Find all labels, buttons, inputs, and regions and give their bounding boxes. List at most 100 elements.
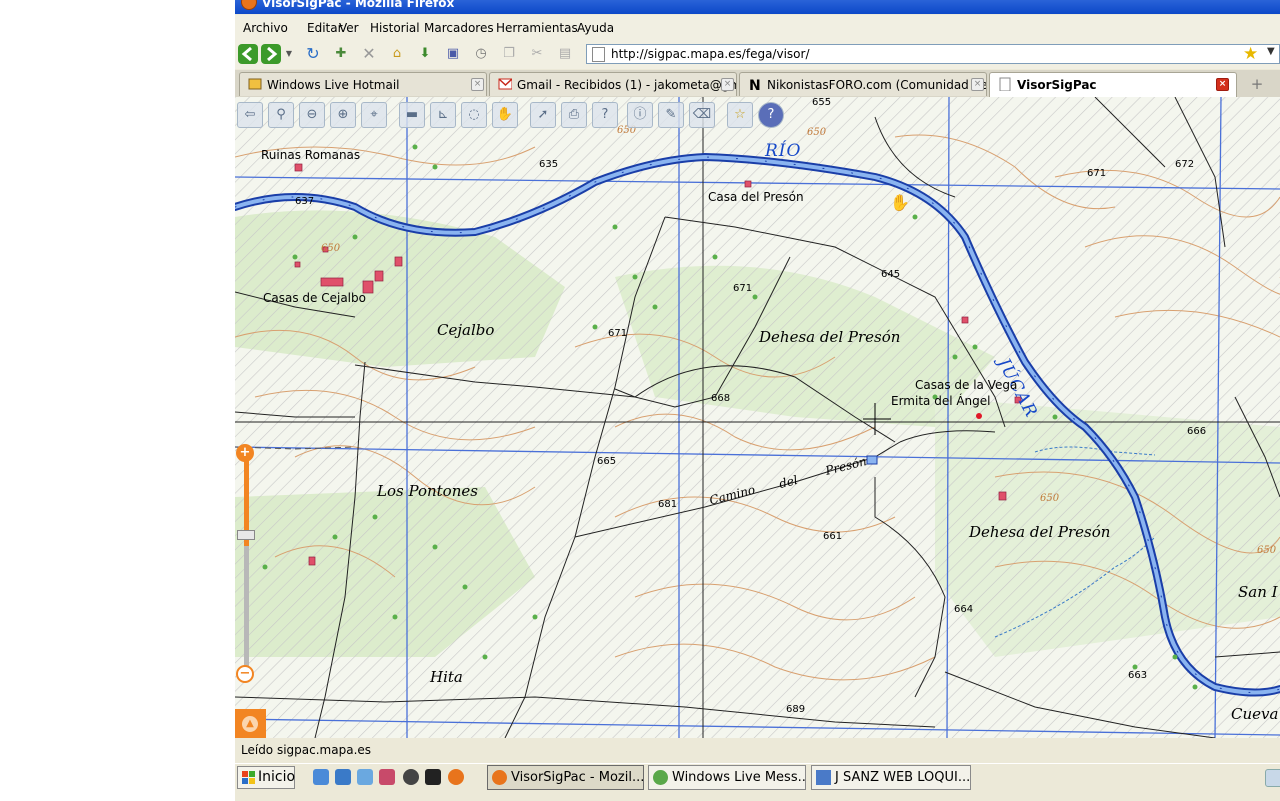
help-icon: ? bbox=[767, 107, 775, 122]
window-titlebar[interactable]: VisorSigPac - Mozilla Firefox bbox=[235, 0, 1280, 14]
forward-button[interactable] bbox=[261, 44, 281, 64]
elevation-666: 666 bbox=[1187, 426, 1207, 437]
info-tool-button[interactable]: ⓘ bbox=[627, 102, 653, 128]
print-tool-button[interactable]: ⎙ bbox=[561, 102, 587, 128]
explorer-quicklaunch-icon[interactable] bbox=[357, 769, 373, 785]
zoom-slider[interactable]: + − bbox=[235, 442, 257, 692]
place-dehesa-del-preson-2: Dehesa del Presón bbox=[969, 523, 1111, 541]
url-input[interactable] bbox=[611, 46, 1211, 62]
home-button[interactable]: ⌂ bbox=[389, 46, 405, 62]
media-quicklaunch-icon[interactable] bbox=[403, 769, 419, 785]
select-tool-button[interactable]: ➚ bbox=[530, 102, 556, 128]
menu-marcadores[interactable]: Marcadores bbox=[424, 21, 494, 35]
locate-tool-button[interactable]: ⌖ bbox=[361, 102, 387, 128]
menu-herramientas[interactable]: Herramientas bbox=[496, 21, 578, 35]
taskbar-button-jsanz[interactable]: J SANZ WEB LOQUI... bbox=[811, 765, 971, 790]
clear-tool-button[interactable]: ⌫ bbox=[689, 102, 715, 128]
place-cejalbo: Cejalbo bbox=[437, 321, 495, 339]
menu-ver[interactable]: Ver bbox=[339, 21, 359, 35]
dropdown-icon[interactable]: ▼ bbox=[1267, 46, 1275, 57]
close-icon[interactable]: × bbox=[471, 78, 484, 91]
pan-back-button[interactable]: ⇦ bbox=[237, 102, 263, 128]
ie-quicklaunch-icon[interactable] bbox=[313, 769, 329, 785]
taskbar-button-visorsigpac[interactable]: VisorSigPac - Mozil... bbox=[487, 765, 644, 790]
map-toolbar: ⇦ ⚲ ⊖ ⊕ ⌖ ▬ ⊾ ◌ ✋ ➚ ⎙ ? ⓘ ✎ ⌫ ☆ ? bbox=[235, 97, 795, 129]
magnifier-minus-icon: ⊖ bbox=[306, 107, 318, 122]
lasso-tool-button[interactable]: ◌ bbox=[461, 102, 487, 128]
bookmarks-button[interactable]: ▣ bbox=[445, 46, 461, 62]
tab-gmail[interactable]: Gmail - Recibidos (1) - jakometa@gmail..… bbox=[489, 72, 737, 96]
zoom-thumb[interactable] bbox=[237, 530, 255, 540]
copy-button[interactable]: ❐ bbox=[501, 46, 517, 62]
elevation-664: 664 bbox=[954, 604, 974, 615]
printer-icon: ⎙ bbox=[568, 107, 580, 122]
lasso-icon: ◌ bbox=[468, 107, 480, 122]
pan-tool-button[interactable]: ✋ bbox=[492, 102, 518, 128]
reload-button[interactable]: ↻ bbox=[305, 46, 321, 62]
app-quicklaunch-icon[interactable] bbox=[379, 769, 395, 785]
panel-toggle-button[interactable]: ▲ bbox=[235, 709, 266, 738]
favorites-tool-button[interactable]: ☆ bbox=[727, 102, 753, 128]
address-bar[interactable]: ★ ▼ bbox=[586, 44, 1280, 64]
dropdown-icon: ▼ bbox=[285, 49, 293, 58]
app2-quicklaunch-icon[interactable] bbox=[425, 769, 441, 785]
query-icon: ? bbox=[601, 107, 609, 122]
tab-bar: Windows Live Hotmail × Gmail - Recibidos… bbox=[235, 70, 1280, 98]
back-button[interactable] bbox=[238, 44, 258, 64]
cut-icon: ✂ bbox=[531, 46, 543, 61]
windows-flag-icon bbox=[242, 771, 255, 784]
tab-nikonistas[interactable]: N NikonistasFORO.com (Comunidad de us...… bbox=[739, 72, 987, 96]
menu-historial[interactable]: Historial bbox=[370, 21, 420, 35]
elevation-665: 665 bbox=[597, 456, 617, 467]
history-button[interactable]: ◷ bbox=[473, 46, 489, 62]
info-icon: ⓘ bbox=[633, 107, 647, 122]
page-icon: ▣ bbox=[446, 46, 460, 61]
taskbar-button-messenger[interactable]: Windows Live Mess... bbox=[648, 765, 806, 790]
menu-ayuda[interactable]: Ayuda bbox=[577, 21, 614, 35]
cut-button[interactable]: ✂ bbox=[529, 46, 545, 62]
menu-editar[interactable]: Editar bbox=[307, 21, 343, 35]
place-san: San I bbox=[1238, 583, 1278, 601]
star-icon: ☆ bbox=[734, 107, 746, 122]
app-icon bbox=[816, 770, 831, 785]
new-tab-button[interactable]: + bbox=[1245, 72, 1269, 96]
firefox-icon[interactable] bbox=[448, 769, 464, 785]
downloads-button[interactable]: ⬇ bbox=[417, 46, 433, 62]
crosshair-icon: ⌖ bbox=[370, 107, 378, 122]
elevation-672: 672 bbox=[1175, 159, 1195, 170]
tab-label: Windows Live Hotmail bbox=[267, 78, 400, 92]
pointer-icon: ➚ bbox=[537, 107, 549, 122]
elevation-661: 661 bbox=[823, 531, 843, 542]
close-icon[interactable]: × bbox=[721, 78, 734, 91]
start-button[interactable]: Inicio bbox=[237, 766, 295, 789]
close-icon[interactable]: × bbox=[971, 78, 984, 91]
query-tool-button[interactable]: ? bbox=[592, 102, 618, 128]
firefox-icon bbox=[241, 0, 257, 10]
measure-distance-button[interactable]: ▬ bbox=[399, 102, 425, 128]
zoom-plus-icon[interactable]: + bbox=[236, 444, 254, 462]
close-icon[interactable]: × bbox=[1216, 78, 1229, 91]
stop-button[interactable]: ✕ bbox=[361, 46, 377, 62]
search-tool-button[interactable]: ⚲ bbox=[268, 102, 294, 128]
history-dropdown-button[interactable]: ▼ bbox=[284, 46, 294, 62]
tab-hotmail[interactable]: Windows Live Hotmail × bbox=[239, 72, 487, 96]
elevation-671-a: 671 bbox=[1087, 168, 1107, 179]
menu-archivo[interactable]: Archivo bbox=[243, 21, 288, 35]
measure-area-button[interactable]: ⊾ bbox=[430, 102, 456, 128]
draw-tool-button[interactable]: ✎ bbox=[658, 102, 684, 128]
place-dehesa-del-preson-1: Dehesa del Presón bbox=[759, 328, 901, 346]
tray-icon[interactable] bbox=[1265, 769, 1280, 787]
area-icon: ⊾ bbox=[437, 107, 449, 122]
new-bookmark-button[interactable]: ✚ bbox=[333, 46, 349, 62]
elevation-671-b: 671 bbox=[733, 283, 753, 294]
help-tool-button[interactable]: ? bbox=[758, 102, 784, 128]
star-icon[interactable]: ★ bbox=[1243, 44, 1258, 64]
paste-button[interactable]: ▤ bbox=[557, 46, 573, 62]
tab-visorsigpac[interactable]: VisorSigPac × bbox=[989, 72, 1237, 97]
zoom-out-tool-button[interactable]: ⊖ bbox=[299, 102, 325, 128]
zoom-minus-icon[interactable]: − bbox=[236, 665, 254, 683]
place-ruinas-romanas: Ruinas Romanas bbox=[261, 148, 361, 162]
zoom-in-tool-button[interactable]: ⊕ bbox=[330, 102, 356, 128]
outlook-quicklaunch-icon[interactable] bbox=[335, 769, 351, 785]
map-viewport[interactable]: RÍO JÚCAR Ruinas Romanas Casa del Presón… bbox=[235, 97, 1280, 738]
